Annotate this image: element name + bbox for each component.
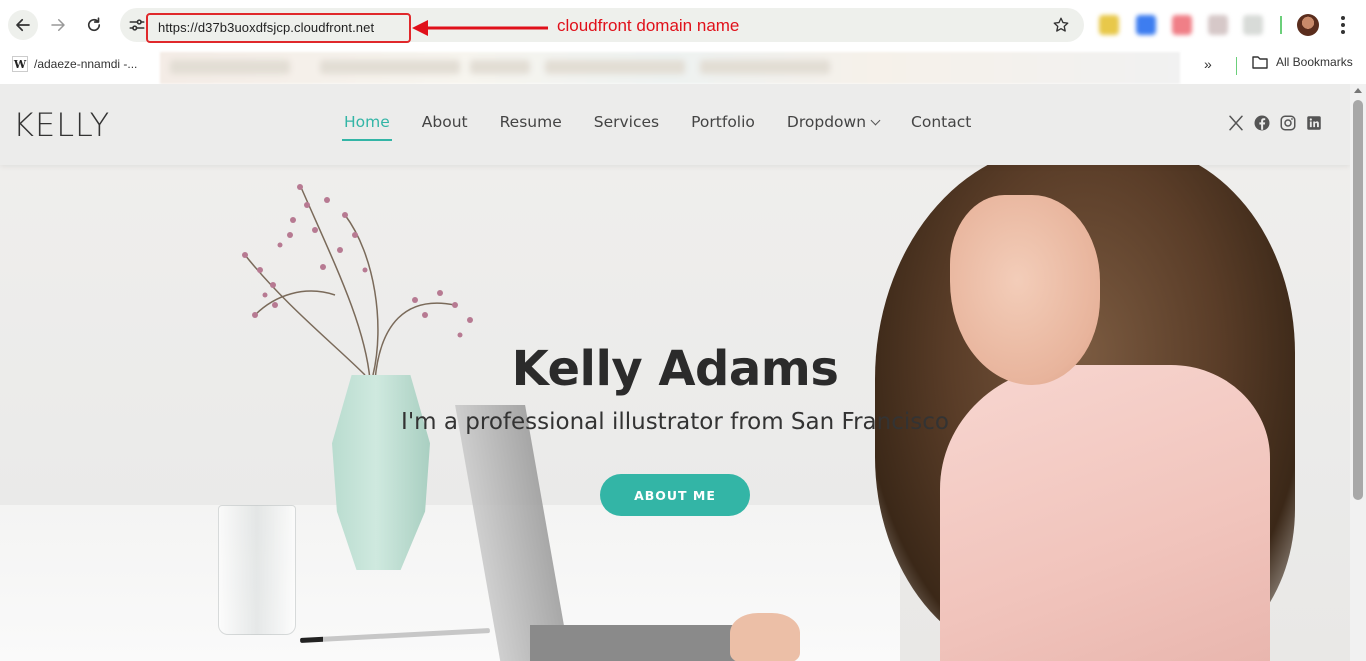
nav-home[interactable]: Home <box>342 113 392 141</box>
bookmark-star-icon[interactable] <box>1052 16 1070 34</box>
chevron-down-icon <box>870 115 881 126</box>
extension-icon[interactable] <box>1172 15 1192 35</box>
main-nav: Home About Resume Services Portfolio Dro… <box>342 113 1003 141</box>
site-info-icon[interactable] <box>128 16 146 34</box>
back-button[interactable] <box>8 10 38 40</box>
bookmark-item[interactable]: W /adaeze-nnamdi -... <box>12 54 137 74</box>
scrollbar-thumb[interactable] <box>1353 100 1363 500</box>
nav-dropdown-label: Dropdown <box>786 113 867 131</box>
arrow-right-icon <box>51 19 65 31</box>
nav-contact[interactable]: Contact <box>911 113 971 131</box>
arrow-left-icon <box>16 18 30 32</box>
glass-image <box>218 505 296 635</box>
nav-dropdown[interactable]: Dropdown <box>786 113 881 131</box>
hero-subtitle: I'm a professional illustrator from San … <box>401 409 949 435</box>
facebook-icon[interactable] <box>1253 114 1271 132</box>
site-header: KELLY Home About Resume Services Portfol… <box>0 84 1350 165</box>
annotation-label: cloudfront domain name <box>557 16 740 35</box>
scroll-up-arrow-icon[interactable] <box>1354 88 1362 93</box>
blurred-bookmarks <box>160 52 1180 84</box>
bookmarks-bar: W /adaeze-nnamdi -... » All Bookmarks <box>0 52 1366 84</box>
linkedin-icon[interactable] <box>1305 114 1323 132</box>
nav-portfolio[interactable]: Portfolio <box>691 113 755 131</box>
url-highlight-box: https://d37b3uoxdfsjcp.cloudfront.net <box>146 13 411 43</box>
hero-section: Kelly Adams I'm a professional illustrat… <box>0 165 1350 661</box>
toolbar-divider <box>1280 16 1282 34</box>
all-bookmarks-label: All Bookmarks <box>1276 55 1353 69</box>
nav-about[interactable]: About <box>422 113 468 131</box>
hero-title: Kelly Adams <box>511 341 839 397</box>
reload-icon <box>87 17 101 32</box>
extension-icon[interactable] <box>1136 15 1156 35</box>
annotation-arrow-icon <box>412 20 548 36</box>
instagram-icon[interactable] <box>1279 114 1297 132</box>
extension-icon[interactable] <box>1208 15 1228 35</box>
about-me-button[interactable]: ABOUT ME <box>600 474 750 516</box>
bookmarks-divider <box>1236 57 1237 75</box>
wikipedia-icon: W <box>12 56 28 72</box>
url-text[interactable]: https://d37b3uoxdfsjcp.cloudfront.net <box>158 20 374 35</box>
bookmarks-overflow-button[interactable]: » <box>1204 56 1212 72</box>
browser-toolbar: https://d37b3uoxdfsjcp.cloudfront.net cl… <box>0 0 1366 52</box>
profile-avatar[interactable] <box>1297 14 1319 36</box>
hand-image <box>730 613 800 661</box>
nav-services[interactable]: Services <box>594 113 659 131</box>
web-page: KELLY Home About Resume Services Portfol… <box>0 84 1350 661</box>
nav-resume[interactable]: Resume <box>500 113 562 131</box>
reload-button[interactable] <box>79 10 109 40</box>
scrollbar[interactable] <box>1350 84 1366 661</box>
folder-icon <box>1252 56 1268 69</box>
extension-icon[interactable] <box>1243 15 1263 35</box>
more-menu-icon[interactable] <box>1336 14 1350 36</box>
forward-button[interactable] <box>43 10 73 40</box>
site-logo[interactable]: KELLY <box>13 106 110 144</box>
all-bookmarks-button[interactable]: All Bookmarks <box>1252 55 1353 69</box>
x-icon[interactable] <box>1227 114 1245 132</box>
extension-icon[interactable] <box>1099 15 1119 35</box>
bookmark-label: /adaeze-nnamdi -... <box>34 57 138 71</box>
